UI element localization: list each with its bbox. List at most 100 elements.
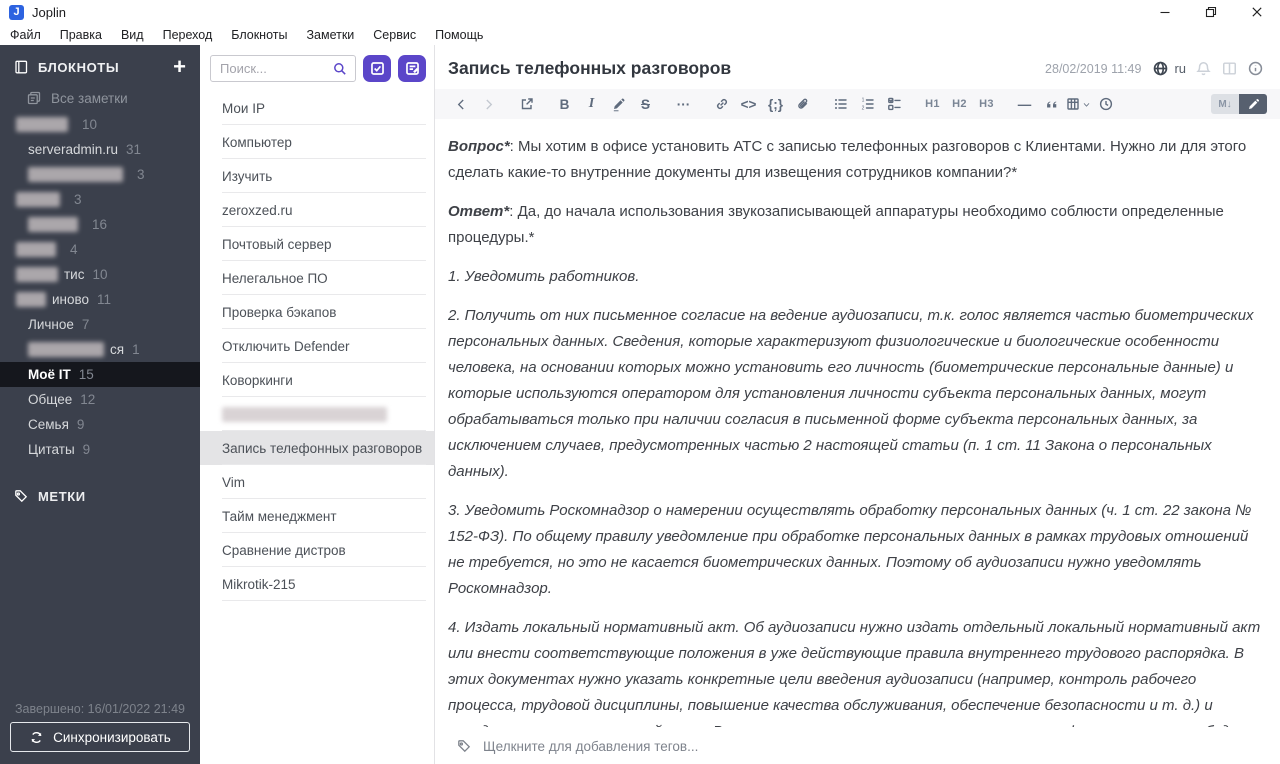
check-list-icon[interactable] [881, 91, 908, 117]
note-list-item-title: Нелегальное ПО [222, 270, 328, 286]
chevron-left-icon[interactable] [448, 91, 475, 117]
menu-item[interactable]: Вид [121, 28, 144, 42]
clock-icon[interactable] [1092, 91, 1119, 117]
minimize-icon[interactable] [1142, 0, 1188, 24]
note-list-item[interactable]: Мои IP [200, 91, 434, 125]
note-list-item[interactable] [200, 397, 434, 431]
view-toggle: M↓ [1211, 94, 1267, 114]
h2-icon[interactable]: H2 [946, 91, 973, 117]
note-list-item-title: Проверка бэкапов [222, 304, 337, 320]
synchronize-button[interactable]: Синхронизировать [10, 722, 190, 752]
note-list-item[interactable]: Vim [200, 465, 434, 499]
note-list-item[interactable]: Запись телефонных разговоров [200, 431, 434, 465]
bold-icon[interactable]: B [551, 91, 578, 117]
note-list-item[interactable]: Проверка бэкапов [200, 295, 434, 329]
notebook-item[interactable]: 16 [0, 212, 200, 237]
menu-item[interactable]: Сервис [373, 28, 416, 42]
restore-icon[interactable] [1188, 0, 1234, 24]
menu-item[interactable]: Переход [163, 28, 213, 42]
italic-icon[interactable]: I [578, 91, 605, 117]
add-notebook-button[interactable]: + [173, 56, 186, 78]
menu-item[interactable]: Помощь [435, 28, 483, 42]
redacted-notebook-name [16, 267, 58, 282]
notebook-count: 12 [80, 392, 96, 407]
close-icon[interactable] [1234, 0, 1280, 24]
note-date: 28/02/2019 11:49 [1045, 61, 1142, 76]
code-block-icon[interactable]: {;} [762, 91, 789, 117]
notebook-item[interactable]: 10 [0, 112, 200, 137]
notebook-label: serveradmin.ru [28, 142, 119, 157]
tag-outline-icon [456, 738, 472, 754]
new-todo-button[interactable] [363, 55, 391, 82]
search-input[interactable] [220, 61, 332, 76]
globe-icon[interactable] [1152, 60, 1169, 77]
redacted-note-title [222, 406, 387, 422]
notebook-item[interactable]: Цитаты 9 [0, 437, 200, 462]
note-list-item-title: Mikrotik-215 [222, 576, 296, 592]
more-icon[interactable]: ··· [670, 91, 697, 117]
note-content[interactable]: Вопрос*: Мы хотим в офисе установить АТС… [435, 119, 1280, 727]
notebook-count: 1 [132, 342, 140, 357]
note-list-item-title: Сравнение дистров [222, 542, 346, 558]
note-list-item[interactable]: Нелегальное ПО [200, 261, 434, 295]
notebook-item[interactable]: Моё IT 15 [0, 362, 200, 387]
note-list-item[interactable]: Изучить [200, 159, 434, 193]
notebook-item[interactable]: Общее 12 [0, 387, 200, 412]
note-list-item[interactable]: Отключить Defender [200, 329, 434, 363]
inline-code-icon[interactable]: <> [735, 91, 762, 117]
notebook-label: Семья [28, 417, 69, 432]
notebook-item[interactable]: 3 [0, 162, 200, 187]
window-controls [1142, 0, 1280, 24]
note-paragraph: 2. Получить от них письменное согласие н… [448, 307, 1254, 480]
markdown-view-button[interactable]: M↓ [1211, 94, 1239, 114]
menu-item[interactable]: Блокноты [231, 28, 287, 42]
note-list-item[interactable]: Mikrotik-215 [200, 567, 434, 601]
note-list-item[interactable]: Компьютер [200, 125, 434, 159]
notebook-item[interactable]: serveradmin.ru 31 [0, 137, 200, 162]
pen-icon[interactable] [605, 91, 632, 117]
sidebar-item-all-notes[interactable]: Все заметки [0, 86, 200, 110]
new-note-button[interactable] [398, 55, 426, 82]
note-list-item[interactable]: zeroxzed.ru [200, 193, 434, 227]
notebooks-title: БЛОКНОТЫ [38, 59, 120, 75]
bulleted-list-icon[interactable] [827, 91, 854, 117]
layout-columns-icon[interactable] [1221, 60, 1238, 77]
notebook-item[interactable]: Семья 9 [0, 412, 200, 437]
horizontal-rule-icon[interactable]: — [1011, 91, 1038, 117]
attachment-icon[interactable] [789, 91, 816, 117]
quote-icon[interactable] [1038, 91, 1065, 117]
strikethrough-icon[interactable]: S [632, 91, 659, 117]
chevron-right-icon[interactable] [475, 91, 502, 117]
link-icon[interactable] [708, 91, 735, 117]
numbered-list-icon[interactable]: 12 [854, 91, 881, 117]
menubar: Файл Правка Вид Переход Блокноты Заметки Серви… [0, 24, 1280, 45]
note-list-item[interactable]: Тайм менеджмент [200, 499, 434, 533]
notebook-item[interactable]: Личное 7 [0, 312, 200, 337]
notebook-item[interactable]: иново 11 [0, 287, 200, 312]
notebook-icon [13, 59, 29, 75]
h3-icon[interactable]: H3 [973, 91, 1000, 117]
external-link-icon[interactable] [513, 91, 540, 117]
all-notes-icon [26, 90, 42, 106]
h1-icon[interactable]: H1 [919, 91, 946, 117]
tag-bar[interactable]: Щелкните для добавления тегов... [435, 727, 1280, 764]
notebook-count: 7 [81, 317, 90, 332]
note-list-item-title: zeroxzed.ru [222, 202, 293, 218]
svg-text:2: 2 [861, 106, 864, 112]
note-list-item[interactable]: Коворкинги [200, 363, 434, 397]
notebook-item[interactable]: ся 1 [0, 337, 200, 362]
richtext-editor-button[interactable] [1239, 94, 1267, 114]
menu-item[interactable]: Заметки [306, 28, 354, 42]
table-dropdown-icon[interactable] [1065, 91, 1092, 117]
svg-text:1: 1 [861, 98, 864, 104]
notebook-item[interactable]: 3 [0, 187, 200, 212]
alarm-bell-icon[interactable] [1195, 60, 1212, 77]
note-list-item[interactable]: Почтовый сервер [200, 227, 434, 261]
menu-item[interactable]: Правка [60, 28, 102, 42]
menu-item[interactable]: Файл [10, 28, 41, 42]
notebook-item[interactable]: тис 10 [0, 262, 200, 287]
note-list-item[interactable]: Сравнение дистров [200, 533, 434, 567]
notebook-item[interactable]: 4 [0, 237, 200, 262]
notebook-count: 3 [137, 167, 145, 182]
info-icon[interactable] [1247, 60, 1264, 77]
